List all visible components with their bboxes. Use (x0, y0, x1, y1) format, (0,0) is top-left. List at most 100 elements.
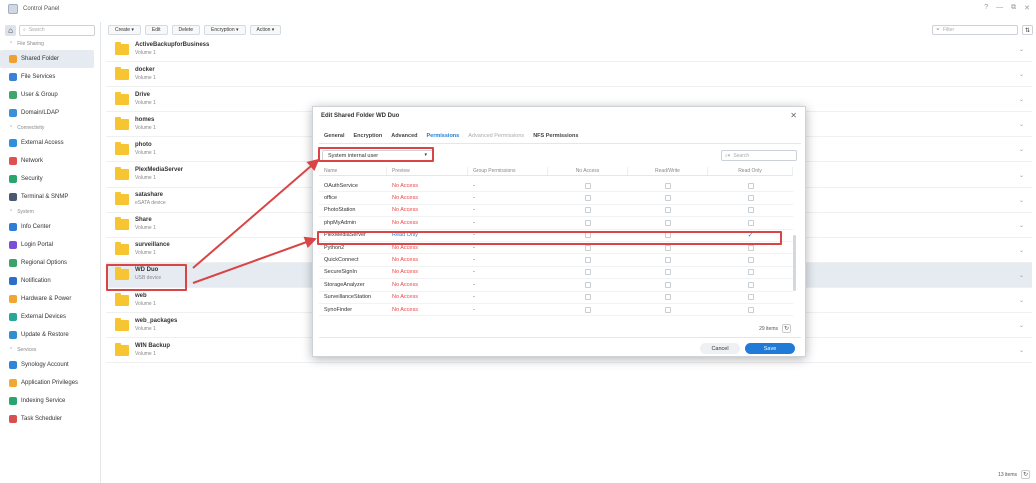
sidebar-item-3-3[interactable]: Task Scheduler (0, 410, 94, 428)
read-only-checkbox[interactable] (747, 244, 754, 251)
read-write-checkbox[interactable] (665, 269, 671, 276)
permission-row[interactable]: phpMyAdmin No Access - (319, 217, 793, 230)
create-button[interactable]: Create ▾ (108, 25, 141, 35)
permission-row[interactable]: StorageAnalyzer No Access - (319, 279, 793, 292)
read-only-checkbox[interactable] (747, 306, 754, 313)
dialog-close-icon[interactable]: ✕ (790, 111, 797, 120)
sidebar-item-3-1[interactable]: Application Privileges (0, 374, 94, 392)
read-write-checkbox[interactable] (665, 207, 671, 214)
read-write-checkbox[interactable] (665, 219, 671, 226)
tab-nfs-permissions[interactable]: NFS Permissions (533, 133, 578, 139)
read-write-checkbox[interactable] (665, 244, 671, 251)
tab-encryption[interactable]: Encryption (353, 133, 382, 139)
no-access-checkbox[interactable] (585, 219, 591, 226)
no-access-checkbox[interactable] (585, 207, 591, 214)
col-group-permissions[interactable]: Group Permissions (468, 167, 548, 175)
minimize-icon[interactable]: — (996, 4, 1003, 12)
sidebar-item-1-1[interactable]: Network (0, 152, 94, 170)
read-only-checkbox[interactable] (747, 257, 754, 264)
tab-advanced[interactable]: Advanced (391, 133, 417, 139)
delete-button[interactable]: Delete (171, 25, 200, 35)
read-write-checkbox[interactable] (665, 294, 671, 301)
home-icon[interactable]: ⌂ (5, 24, 16, 36)
sidebar-item-2-6[interactable]: Update & Restore (0, 326, 94, 344)
close-icon[interactable]: ✕ (1024, 4, 1030, 12)
col-preview[interactable]: Preview (387, 167, 468, 175)
permission-row[interactable]: SynoFinder No Access - (319, 304, 793, 317)
read-only-checkbox[interactable] (747, 182, 754, 189)
read-only-checkbox[interactable] (747, 207, 754, 214)
chevron-down-icon[interactable]: ⌄ (1019, 146, 1024, 153)
sidebar-section-1[interactable]: ⌃ Connectivity (0, 122, 100, 134)
col-read-write[interactable]: Read/Write (628, 167, 708, 175)
read-only-checkbox[interactable] (747, 294, 754, 301)
sidebar-item-2-5[interactable]: External Devices (0, 308, 94, 326)
read-write-checkbox[interactable] (665, 281, 671, 288)
sidebar-item-1-0[interactable]: External Access (0, 134, 94, 152)
tab-advanced-permissions[interactable]: Advanced Permissions (468, 133, 524, 139)
permission-row[interactable]: office No Access - (319, 192, 793, 205)
edit-button[interactable]: Edit (144, 25, 168, 35)
chevron-down-icon[interactable]: ⌄ (1019, 121, 1024, 128)
tab-permissions[interactable]: Permissions (427, 133, 460, 139)
chevron-down-icon[interactable]: ⌄ (1019, 71, 1024, 78)
sidebar-item-3-2[interactable]: Indexing Service (0, 392, 94, 410)
chevron-down-icon[interactable]: ⌄ (1019, 247, 1024, 254)
read-only-checkbox[interactable] (747, 219, 754, 226)
sidebar-item-2-3[interactable]: Notification (0, 272, 94, 290)
sidebar-item-1-3[interactable]: Terminal & SNMP (0, 188, 94, 206)
help-icon[interactable]: ? (984, 4, 988, 12)
sidebar-section-0[interactable]: ⌃ File Sharing (0, 38, 100, 50)
chevron-down-icon[interactable]: ⌄ (1019, 172, 1024, 179)
tab-general[interactable]: General (324, 133, 344, 139)
no-access-checkbox[interactable] (585, 257, 591, 264)
col-name[interactable]: Name (319, 167, 387, 175)
read-only-checkbox[interactable] (747, 281, 754, 288)
sidebar-item-2-1[interactable]: Login Portal (0, 236, 94, 254)
chevron-down-icon[interactable]: ⌄ (1019, 96, 1024, 103)
no-access-checkbox[interactable] (585, 269, 591, 276)
read-write-checkbox[interactable] (665, 195, 671, 202)
permission-row[interactable]: SurveillanceStation No Access - (319, 292, 793, 304)
no-access-checkbox[interactable] (585, 281, 591, 288)
no-access-checkbox[interactable] (585, 294, 591, 301)
chevron-down-icon[interactable]: ⌄ (1019, 347, 1024, 354)
encryption-button[interactable]: Encryption ▾ (203, 25, 246, 35)
folder-row[interactable]: ActiveBackupforBusiness Volume 1 ⌄ (106, 37, 1032, 62)
read-write-checkbox[interactable] (665, 306, 671, 313)
sidebar-item-0-1[interactable]: File Services (0, 68, 94, 86)
permission-row[interactable]: PhotoStation No Access - (319, 205, 793, 218)
permission-search-input[interactable]: ⌕▾ Search (721, 150, 797, 161)
read-write-checkbox[interactable] (665, 257, 671, 264)
sort-icon[interactable]: ⇅ (1022, 25, 1033, 35)
cancel-button[interactable]: Cancel (700, 343, 740, 354)
sidebar-search-input[interactable]: ⌕ Search (19, 24, 95, 36)
col-no-access[interactable]: No Access (548, 167, 628, 175)
no-access-checkbox[interactable] (585, 182, 591, 189)
permission-row[interactable]: QuickConnect No Access - (319, 254, 793, 267)
sidebar-section-3[interactable]: ⌃ Services (0, 344, 100, 356)
no-access-checkbox[interactable] (585, 244, 591, 251)
chevron-down-icon[interactable]: ⌄ (1019, 297, 1024, 304)
read-only-checkbox[interactable] (747, 269, 754, 276)
sidebar-item-1-2[interactable]: Security (0, 170, 94, 188)
chevron-down-icon[interactable]: ⌄ (1019, 222, 1024, 229)
sidebar-item-0-3[interactable]: Domain/LDAP (0, 104, 94, 122)
no-access-checkbox[interactable] (585, 306, 591, 313)
sidebar-item-3-0[interactable]: Synology Account (0, 356, 94, 374)
refresh-icon[interactable]: ↻ (1021, 470, 1030, 479)
sidebar-item-2-4[interactable]: Hardware & Power (0, 290, 94, 308)
action-button[interactable]: Action ▾ (249, 25, 282, 35)
no-access-checkbox[interactable] (585, 195, 591, 202)
filter-input[interactable]: ⏷ Filter (932, 25, 1018, 35)
sidebar-section-2[interactable]: ⌃ System (0, 206, 100, 218)
table-scrollbar[interactable] (793, 235, 796, 291)
sidebar-item-0-2[interactable]: User & Group (0, 86, 94, 104)
sidebar-item-0-0[interactable]: Shared Folder (0, 50, 94, 68)
chevron-down-icon[interactable]: ⌄ (1019, 322, 1024, 329)
save-button[interactable]: Save (745, 343, 795, 354)
sidebar-item-2-0[interactable]: Info Center (0, 218, 94, 236)
read-only-checkbox[interactable] (747, 195, 754, 202)
read-write-checkbox[interactable] (665, 182, 671, 189)
chevron-down-icon[interactable]: ⌄ (1019, 272, 1024, 279)
